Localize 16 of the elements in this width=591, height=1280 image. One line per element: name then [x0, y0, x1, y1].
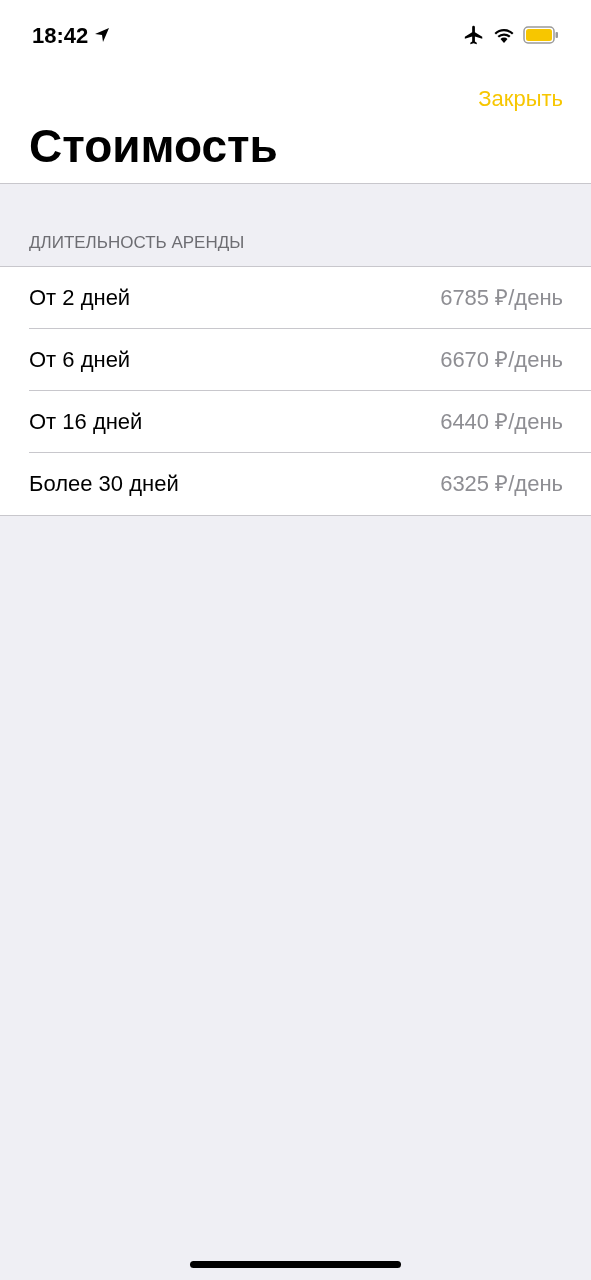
wifi-icon [493, 26, 515, 44]
location-arrow-icon [94, 27, 111, 43]
section-header: ДЛИТЕЛЬНОСТЬ АРЕНДЫ [28, 232, 246, 254]
status-time: 18:42 [32, 21, 89, 50]
duration-label: Более 30 дней [29, 470, 179, 498]
price-value: 6440 ₽/день [440, 407, 563, 436]
page-title: Стоимость [28, 119, 279, 174]
close-button[interactable]: Закрыть [478, 82, 563, 115]
airplane-icon [463, 24, 485, 46]
price-value: 6785 ₽/день [440, 283, 563, 312]
duration-label: От 2 дней [29, 283, 131, 312]
duration-label: От 16 дней [29, 407, 143, 436]
price-value: 6670 ₽/день [440, 345, 563, 374]
price-value: 6325 ₽/день [440, 470, 563, 498]
duration-label: От 6 дней [29, 345, 131, 374]
battery-icon [523, 25, 559, 45]
